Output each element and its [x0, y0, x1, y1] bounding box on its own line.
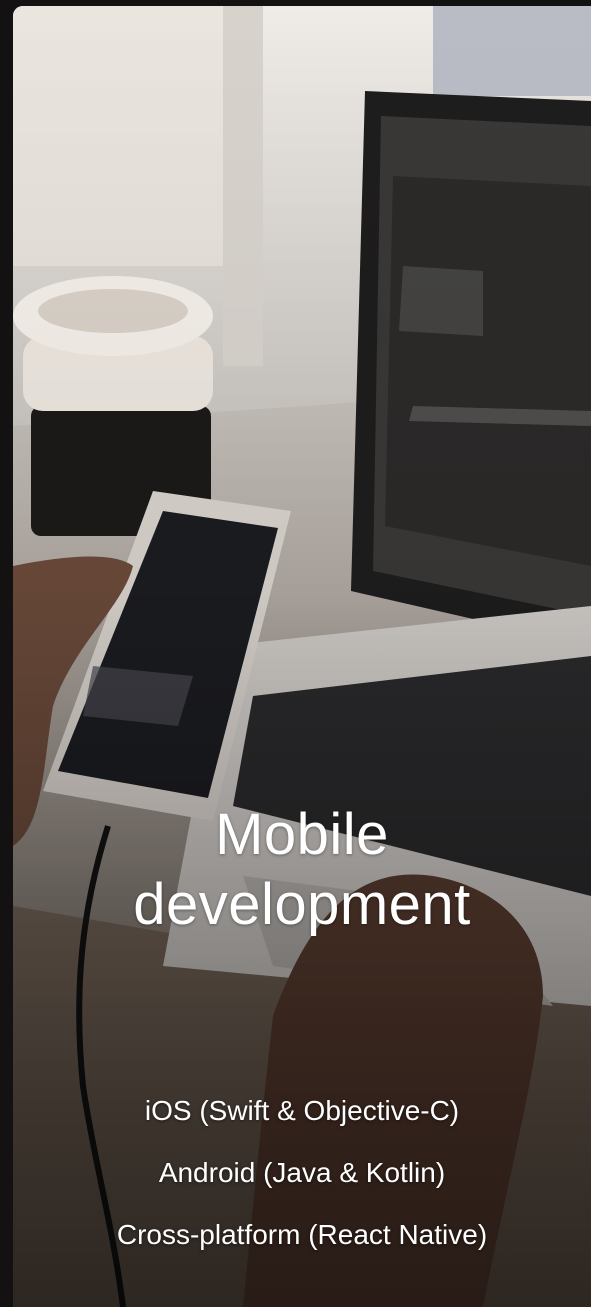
platform-item-ios: iOS (Swift & Objective-C) [144, 1095, 460, 1126]
title-line-2: development [133, 871, 471, 937]
frame-edge [0, 0, 13, 1307]
platform-list: iOS (Swift & Objective-C) Android (Java … [13, 1096, 591, 1282]
platform-item-cross-platform: Cross-platform (React Native) [116, 1219, 488, 1250]
section-title: Mobile development [13, 800, 591, 940]
service-card[interactable]: Mobile development iOS (Swift & Objectiv… [13, 6, 591, 1307]
title-line-1: Mobile [215, 801, 389, 867]
page: Mobile development iOS (Swift & Objectiv… [0, 0, 591, 1307]
platform-item-android: Android (Java & Kotlin) [158, 1157, 446, 1188]
